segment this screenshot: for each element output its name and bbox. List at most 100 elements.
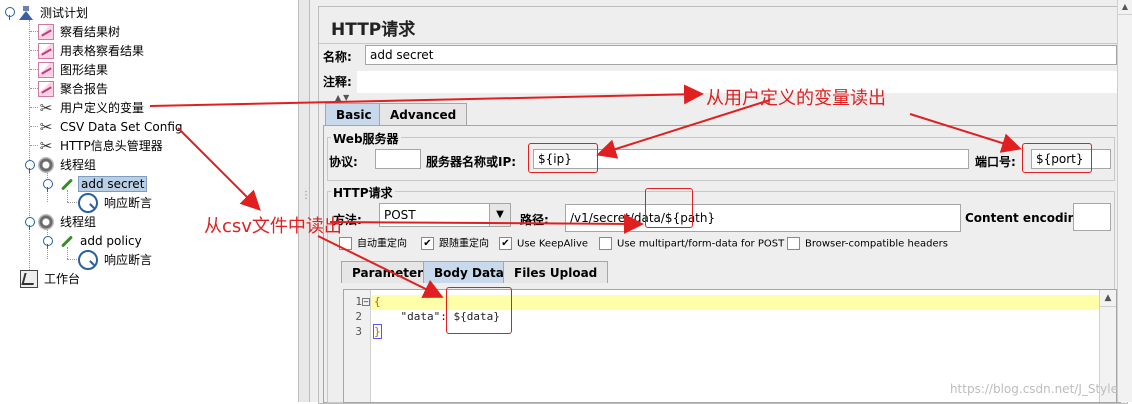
checkbox-box xyxy=(787,237,800,250)
tab-files-upload[interactable]: Files Upload xyxy=(503,261,609,283)
tree-node-workbench[interactable]: 工作台 xyxy=(20,269,82,288)
name-field[interactable]: add secret xyxy=(365,45,1117,65)
checkbox-browser-compatible[interactable]: Browser-compatible headers xyxy=(787,237,948,252)
http-request-panel: HTTP请求 名称: add secret 注释: ▲▼ Basic Advan… xyxy=(310,0,1132,404)
tab-advanced[interactable]: Advanced xyxy=(379,103,468,125)
scroll-up-icon[interactable]: ▲ xyxy=(1100,290,1116,307)
panel-frame: HTTP请求 名称: add secret 注释: ▲▼ Basic Advan… xyxy=(318,6,1128,404)
content-encoding-label: Content encoding: xyxy=(965,211,1090,225)
tree-node-csv-data-set-config[interactable]: ✂ CSV Data Set Config xyxy=(38,117,185,135)
tree-node-add-policy[interactable]: add policy xyxy=(58,231,144,249)
code-line: { xyxy=(374,295,381,308)
checkbox-label: 跟随重定向 xyxy=(439,238,489,250)
chevron-down-icon: ▼ xyxy=(489,204,510,226)
line-number-gutter: 1 2 3 − xyxy=(344,290,371,402)
gear-icon xyxy=(38,156,54,173)
checkbox-multipart[interactable]: Use multipart/form-data for POST xyxy=(599,237,784,252)
tree-node-label: 工作台 xyxy=(44,271,81,286)
chart-icon xyxy=(38,42,54,59)
comment-label: 注释: xyxy=(323,75,352,89)
checkbox-follow-redirects[interactable]: ✔ 跟随重定向 xyxy=(421,237,489,252)
tree-node-label: CSV Data Set Config xyxy=(60,119,183,134)
tree-node-label: 察看结果树 xyxy=(60,24,121,39)
tab-body-data[interactable]: Body Data xyxy=(423,261,515,283)
chart-icon xyxy=(38,23,54,40)
content-encoding-field[interactable] xyxy=(1073,203,1111,231)
tree-node-label: 响应断言 xyxy=(104,253,153,267)
line-number: 2 xyxy=(355,310,362,323)
wrench-icon: ✂ xyxy=(39,117,53,136)
tree-node-view-results-tree[interactable]: 察看结果树 xyxy=(38,22,122,40)
path-field[interactable]: /v1/secret/data/${path} xyxy=(565,204,961,232)
tree-node-aggregate-report[interactable]: 聚合报告 xyxy=(38,79,110,97)
tree-node-response-assertion-1[interactable]: 响应断言 xyxy=(78,193,154,213)
annotation-user-vars: 从用户定义的变量读出 xyxy=(706,88,886,109)
pipette-icon xyxy=(58,233,74,249)
panel-scrollbar[interactable]: ▲ xyxy=(1117,0,1132,402)
checkbox-label: Use multipart/form-data for POST xyxy=(617,238,785,250)
tree-node-test-plan[interactable]: 测试计划 xyxy=(18,3,90,21)
checkbox-box xyxy=(599,237,612,250)
server-field[interactable]: ${ip} xyxy=(533,149,969,169)
collapse-toggle-root[interactable] xyxy=(5,7,15,20)
gear-icon xyxy=(38,213,54,230)
checkbox-keepalive[interactable]: ✔ Use KeepAlive xyxy=(499,237,588,252)
tree-connector xyxy=(29,20,30,278)
tree-node-label: add secret xyxy=(78,175,148,192)
checkbox-label: Use KeepAlive xyxy=(517,238,589,250)
tab-basic[interactable]: Basic xyxy=(325,103,383,125)
port-label: 端口号: xyxy=(975,155,1016,169)
method-value: POST xyxy=(384,208,416,222)
protocol-label: 协议: xyxy=(329,155,358,169)
tree-node-label: 线程组 xyxy=(60,157,97,172)
tree-node-label: add policy xyxy=(80,233,142,248)
collapse-toggle-sampler[interactable] xyxy=(43,236,53,249)
protocol-field[interactable] xyxy=(375,149,421,169)
checkbox-auto-redirect[interactable]: 自动重定向 xyxy=(339,237,407,252)
tree-node-add-secret[interactable]: add secret xyxy=(58,174,148,192)
web-server-group-title: Web服务器 xyxy=(331,130,401,147)
checkbox-box xyxy=(339,237,352,250)
page-title: HTTP请求 xyxy=(331,20,416,40)
method-select[interactable]: POST ▼ xyxy=(379,203,511,227)
magnifier-icon xyxy=(78,250,98,270)
line-number: 1 xyxy=(355,295,362,308)
test-plan-tree: 测试计划 察看结果树 用表格察看结果 图形结果 聚合报告 ✂ 用户定义的变量 ✂ C… xyxy=(0,0,298,402)
fold-icon[interactable]: − xyxy=(362,298,370,306)
tree-node-label: HTTP信息头管理器 xyxy=(60,138,163,153)
split-pane-divider[interactable] xyxy=(298,0,311,402)
collapse-toggle-thread-group[interactable] xyxy=(25,217,35,230)
tree-node-http-header-manager[interactable]: ✂ HTTP信息头管理器 xyxy=(38,136,165,154)
tree-node-label: 图形结果 xyxy=(60,62,109,77)
tree-node-view-results-table[interactable]: 用表格察看结果 xyxy=(38,41,146,59)
annotation-box-ip xyxy=(528,143,598,173)
workbench-icon xyxy=(20,269,38,288)
tree-node-label: 用户定义的变量 xyxy=(60,100,145,115)
pipette-icon xyxy=(58,176,74,192)
tree-node-response-assertion-2[interactable]: 响应断言 xyxy=(78,250,154,270)
magnifier-icon xyxy=(78,193,98,213)
name-label: 名称: xyxy=(323,50,352,64)
scroll-up-icon[interactable]: ▲ xyxy=(1118,0,1132,15)
wrench-icon: ✂ xyxy=(39,136,53,155)
tree-node-thread-group-1[interactable]: 线程组 xyxy=(38,155,98,173)
tree-node-thread-group-2[interactable]: 线程组 xyxy=(38,212,98,230)
tree-node-label: 响应断言 xyxy=(104,196,153,210)
tree-node-label: 聚合报告 xyxy=(60,81,109,96)
checkmark-icon: ✔ xyxy=(499,237,512,250)
annotation-box-port xyxy=(1022,143,1092,173)
tree-node-graph-results[interactable]: 图形结果 xyxy=(38,60,110,78)
tree-node-user-defined-variables[interactable]: ✂ 用户定义的变量 xyxy=(38,98,146,116)
chart-icon xyxy=(38,80,54,97)
annotation-box-data xyxy=(446,287,512,334)
collapse-arrows-icon[interactable]: ▲▼ xyxy=(335,93,351,102)
collapse-toggle-sampler[interactable] xyxy=(43,179,53,192)
server-label: 服务器名称或IP: xyxy=(426,155,517,169)
line-number: 3 xyxy=(355,325,362,338)
http-request-group-title: HTTP请求 xyxy=(331,184,395,201)
tree-node-label: 线程组 xyxy=(60,214,97,229)
annotation-box-path xyxy=(645,188,693,228)
annotation-csv: 从csv文件中读出 xyxy=(204,216,342,237)
path-label: 路径: xyxy=(520,213,549,227)
collapse-toggle-thread-group[interactable] xyxy=(25,160,35,173)
